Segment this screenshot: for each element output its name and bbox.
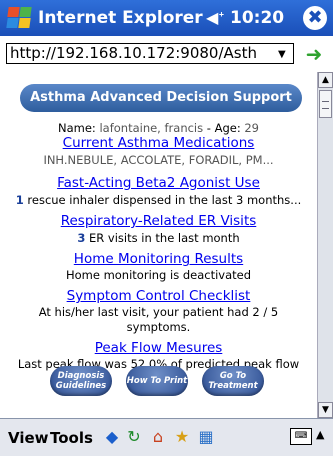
medications-text: INH.NEBULE, ACCOLATE, FORADIL, PM...: [43, 153, 274, 167]
chevron-down-icon[interactable]: ▼: [278, 49, 286, 60]
sip-up-arrow-icon[interactable]: ▲: [316, 428, 324, 441]
refresh-icon[interactable]: ↻: [124, 427, 144, 447]
vertical-scrollbar[interactable]: ▲ ▼: [317, 72, 333, 418]
home-monitoring-link[interactable]: Home Monitoring Results: [74, 251, 243, 267]
bottom-menu-bar: View Tools ◆ ↻ ⌂ ★ ▦ ⌨ ▲: [0, 418, 333, 456]
app-title: Internet Explorer: [38, 8, 203, 28]
beta-count: 1: [15, 193, 24, 207]
home-icon[interactable]: ⌂: [148, 427, 168, 447]
beta-link-row: Fast-Acting Beta2 Agonist Use: [0, 175, 317, 191]
go-to-treatment-button[interactable]: Go To Treatment: [202, 366, 264, 396]
symptom-text-1: At his/her last visit, your patient had …: [38, 305, 279, 319]
beta-text: rescue inhaler dispensed in the last 3 m…: [27, 193, 302, 207]
logo-yellow: [18, 18, 31, 28]
er-line: 3 ER visits in the last month: [0, 231, 317, 245]
beta-line: 1 rescue inhaler dispensed in the last 3…: [0, 193, 317, 207]
favorites-icon[interactable]: ★: [172, 427, 192, 447]
speaker-icon[interactable]: ◀ᐩ: [206, 8, 225, 27]
logo-green: [19, 7, 32, 17]
how-to-print-button[interactable]: How To Print: [126, 366, 188, 396]
title-bar: Internet Explorer ◀ᐩ 10:20 ✖: [0, 0, 333, 36]
windows-start-icon[interactable]: [6, 6, 32, 30]
scroll-down-icon[interactable]: ▼: [318, 402, 333, 418]
close-button[interactable]: ✖: [303, 6, 327, 30]
peak-flow-link[interactable]: Peak Flow Mesures: [95, 340, 223, 356]
symptom-text-2: symptoms.: [126, 320, 191, 334]
peak-link-row: Peak Flow Mesures: [0, 340, 317, 356]
logo-red: [7, 7, 20, 17]
symptom-link-row: Symptom Control Checklist: [0, 288, 317, 304]
patient-line: Name: lafontaine, francis - Age: 29: [0, 121, 317, 135]
web-content: Asthma Advanced Decision Support Name: l…: [0, 72, 317, 418]
scroll-up-icon[interactable]: ▲: [318, 72, 333, 88]
back-icon[interactable]: ◆: [102, 427, 122, 447]
er-link-row: Respiratory-Related ER Visits: [0, 213, 317, 229]
er-visits-link[interactable]: Respiratory-Related ER Visits: [61, 213, 257, 229]
er-count: 3: [77, 231, 86, 245]
name-value: lafontaine, francis: [99, 121, 204, 135]
page-banner: Asthma Advanced Decision Support: [20, 84, 302, 112]
address-bar: http://192.168.10.172:9080/Asth ▼ ➜: [0, 36, 333, 73]
address-input[interactable]: http://192.168.10.172:9080/Asth: [6, 43, 294, 64]
keyboard-icon[interactable]: ⌨: [290, 428, 312, 445]
meds-link-row: Current Asthma Medications: [0, 135, 317, 151]
history-icon[interactable]: ▦: [196, 427, 216, 447]
er-text: ER visits in the last month: [89, 231, 240, 245]
symptom-checklist-link[interactable]: Symptom Control Checklist: [67, 288, 251, 304]
beta-agonist-link[interactable]: Fast-Acting Beta2 Agonist Use: [57, 175, 260, 191]
clock[interactable]: 10:20: [230, 8, 284, 28]
name-label: Name:: [57, 121, 96, 135]
home-link-row: Home Monitoring Results: [0, 251, 317, 267]
age-value: 29: [244, 121, 259, 135]
go-arrow-icon[interactable]: ➜: [302, 44, 326, 64]
medications-link[interactable]: Current Asthma Medications: [63, 135, 255, 151]
tools-menu[interactable]: Tools: [50, 429, 93, 447]
scroll-thumb[interactable]: [319, 90, 332, 118]
view-menu[interactable]: View: [8, 429, 49, 447]
diagnosis-guidelines-button[interactable]: Diagnosis Guidelines: [50, 366, 112, 396]
logo-blue: [6, 18, 19, 28]
home-text: Home monitoring is deactivated: [65, 268, 252, 282]
age-label: - Age:: [206, 121, 241, 135]
